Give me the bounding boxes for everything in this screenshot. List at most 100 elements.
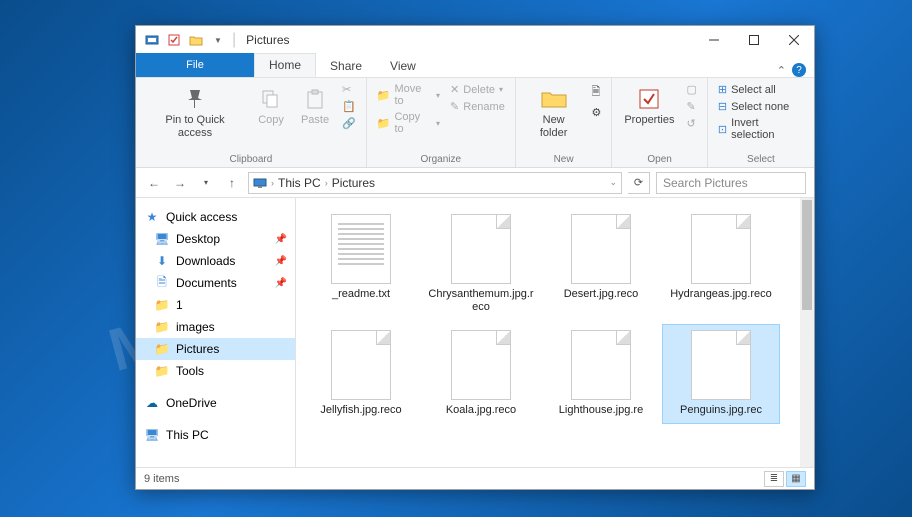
copy-button[interactable]: Copy (252, 82, 290, 129)
file-item[interactable]: Chrysanthemum.jpg.reco (422, 208, 540, 320)
minimize-button[interactable] (694, 26, 734, 54)
view-icons-button[interactable]: ▦ (786, 471, 806, 487)
group-open: Properties ▢ ✎ ↺ Open (612, 78, 708, 167)
file-item[interactable]: Desert.jpg.reco (542, 208, 660, 320)
file-item[interactable]: Hydrangeas.jpg.reco (662, 208, 780, 320)
sidebar-thispc[interactable]: 🖥 This PC (136, 424, 295, 446)
blank-file-icon (571, 214, 631, 284)
address-bar[interactable]: › This PC › Pictures ⌄ (248, 172, 622, 194)
text-file-icon (331, 214, 391, 284)
up-button[interactable]: ↑ (222, 173, 242, 193)
explorer-window: ▼ | Pictures File Home Share View ⌃ ? Pi… (135, 25, 815, 490)
file-name: Hydrangeas.jpg.reco (670, 288, 772, 301)
delete-icon: ✕ (450, 83, 459, 96)
properties-button[interactable]: Properties (620, 82, 678, 129)
search-input[interactable]: Search Pictures (656, 172, 806, 194)
rename-icon: ✎ (450, 100, 459, 113)
sidebar-onedrive[interactable]: ☁ OneDrive (136, 392, 295, 414)
address-row: ← → ▾ ↑ › This PC › Pictures ⌄ ⟳ Search … (136, 168, 814, 198)
file-item[interactable]: Penguins.jpg.rec (662, 324, 780, 423)
pin-icon: 📌 (275, 278, 287, 289)
file-item[interactable]: Jellyfish.jpg.reco (302, 324, 420, 423)
ribbon-collapse-icon[interactable]: ⌃ (777, 64, 786, 77)
group-select: ⊞Select all ⊟Select none ⊡Invert selecti… (708, 78, 814, 167)
view-details-button[interactable]: ≣ (764, 471, 784, 487)
qat-folder-icon[interactable] (186, 30, 206, 50)
sidebar-item-desktop[interactable]: 🖥 Desktop 📌 (136, 228, 295, 250)
blank-file-icon (331, 330, 391, 400)
tab-share[interactable]: Share (316, 55, 376, 77)
sidebar-quick-access[interactable]: ★ Quick access (136, 206, 295, 228)
tab-home[interactable]: Home (254, 53, 316, 77)
sidebar-item-1[interactable]: 📁 1 (136, 294, 295, 316)
copy-to-button[interactable]: 📁Copy to▾ (375, 110, 442, 136)
maximize-button[interactable] (734, 26, 774, 54)
breadcrumb-root[interactable]: This PC (278, 176, 321, 190)
file-item[interactable]: _readme.txt (302, 208, 420, 320)
body: ★ Quick access 🖥 Desktop 📌 ⬇ Downloads 📌… (136, 198, 814, 467)
delete-button[interactable]: ✕Delete▾ (448, 82, 507, 97)
select-none-button[interactable]: ⊟Select none (716, 99, 806, 114)
qat-dropdown[interactable]: ▼ (208, 30, 228, 50)
address-dropdown-icon[interactable]: ⌄ (609, 177, 617, 188)
qat-icon-2[interactable] (164, 30, 184, 50)
refresh-button[interactable]: ⟳ (628, 172, 650, 194)
sidebar-item-pictures[interactable]: 📁 Pictures (136, 338, 295, 360)
close-button[interactable] (774, 26, 814, 54)
new-folder-button[interactable]: New folder (524, 82, 584, 142)
sidebar: ★ Quick access 🖥 Desktop 📌 ⬇ Downloads 📌… (136, 198, 296, 467)
forward-button[interactable]: → (170, 173, 190, 193)
recent-button[interactable]: ▾ (196, 173, 216, 193)
pin-quick-access-button[interactable]: Pin to Quick access (144, 82, 246, 142)
file-name: _readme.txt (332, 288, 390, 301)
file-name: Jellyfish.jpg.reco (320, 404, 401, 417)
qat-icon-1[interactable] (142, 30, 162, 50)
blank-file-icon (691, 214, 751, 284)
folder-icon (539, 84, 569, 114)
paste-button[interactable]: Paste (296, 82, 334, 129)
file-name: Lighthouse.jpg.re (559, 404, 643, 417)
star-icon: ★ (144, 209, 160, 225)
help-icon[interactable]: ? (792, 63, 806, 77)
pin-icon: 📌 (275, 234, 287, 245)
new-item-button[interactable]: 🗎 (589, 82, 603, 103)
easy-access-button[interactable]: ⚙ (589, 105, 603, 120)
sidebar-item-documents[interactable]: 🗎 Documents 📌 (136, 272, 295, 294)
new-item-icon: 🗎 (591, 83, 600, 102)
move-to-button[interactable]: 📁Move to▾ (375, 82, 442, 108)
edit-button[interactable]: ✎ (684, 99, 698, 114)
open-button[interactable]: ▢ (684, 82, 698, 97)
downloads-icon: ⬇ (154, 253, 170, 269)
address-pc-icon (253, 176, 267, 190)
shortcut-icon: 🔗 (342, 117, 356, 130)
paste-shortcut-button[interactable]: 🔗 (340, 116, 358, 131)
file-item[interactable]: Lighthouse.jpg.re (542, 324, 660, 423)
files-grid[interactable]: _readme.txt Chrysanthemum.jpg.recoDesert.… (296, 198, 814, 467)
history-button[interactable]: ↺ (684, 116, 698, 131)
copy-path-button[interactable]: 📋 (340, 99, 358, 114)
group-organize: 📁Move to▾ 📁Copy to▾ ✕Delete▾ ✎Rename Org… (367, 78, 516, 167)
select-all-button[interactable]: ⊞Select all (716, 82, 806, 97)
scrollbar[interactable] (800, 198, 814, 467)
invert-selection-button[interactable]: ⊡Invert selection (716, 116, 806, 142)
scrollbar-thumb[interactable] (802, 200, 812, 310)
folder-icon: 📁 (154, 341, 170, 357)
properties-icon (634, 84, 664, 114)
cut-button[interactable]: ✂ (340, 82, 358, 97)
tab-file[interactable]: File (136, 53, 254, 77)
group-label-open: Open (620, 152, 699, 165)
group-clipboard: Pin to Quick access Copy Paste ✂ 📋 🔗 Cli… (136, 78, 367, 167)
file-name: Koala.jpg.reco (446, 404, 516, 417)
onedrive-icon: ☁ (144, 395, 160, 411)
sidebar-item-tools[interactable]: 📁 Tools (136, 360, 295, 382)
access-icon: ⚙ (591, 106, 601, 119)
paste-icon (300, 84, 330, 114)
sidebar-item-downloads[interactable]: ⬇ Downloads 📌 (136, 250, 295, 272)
sidebar-item-images[interactable]: 📁 images (136, 316, 295, 338)
tab-view[interactable]: View (376, 55, 430, 77)
file-item[interactable]: Koala.jpg.reco (422, 324, 540, 423)
back-button[interactable]: ← (144, 173, 164, 193)
rename-button[interactable]: ✎Rename (448, 99, 507, 114)
breadcrumb-folder[interactable]: Pictures (332, 176, 375, 190)
file-view: _readme.txt Chrysanthemum.jpg.recoDesert.… (296, 198, 814, 467)
